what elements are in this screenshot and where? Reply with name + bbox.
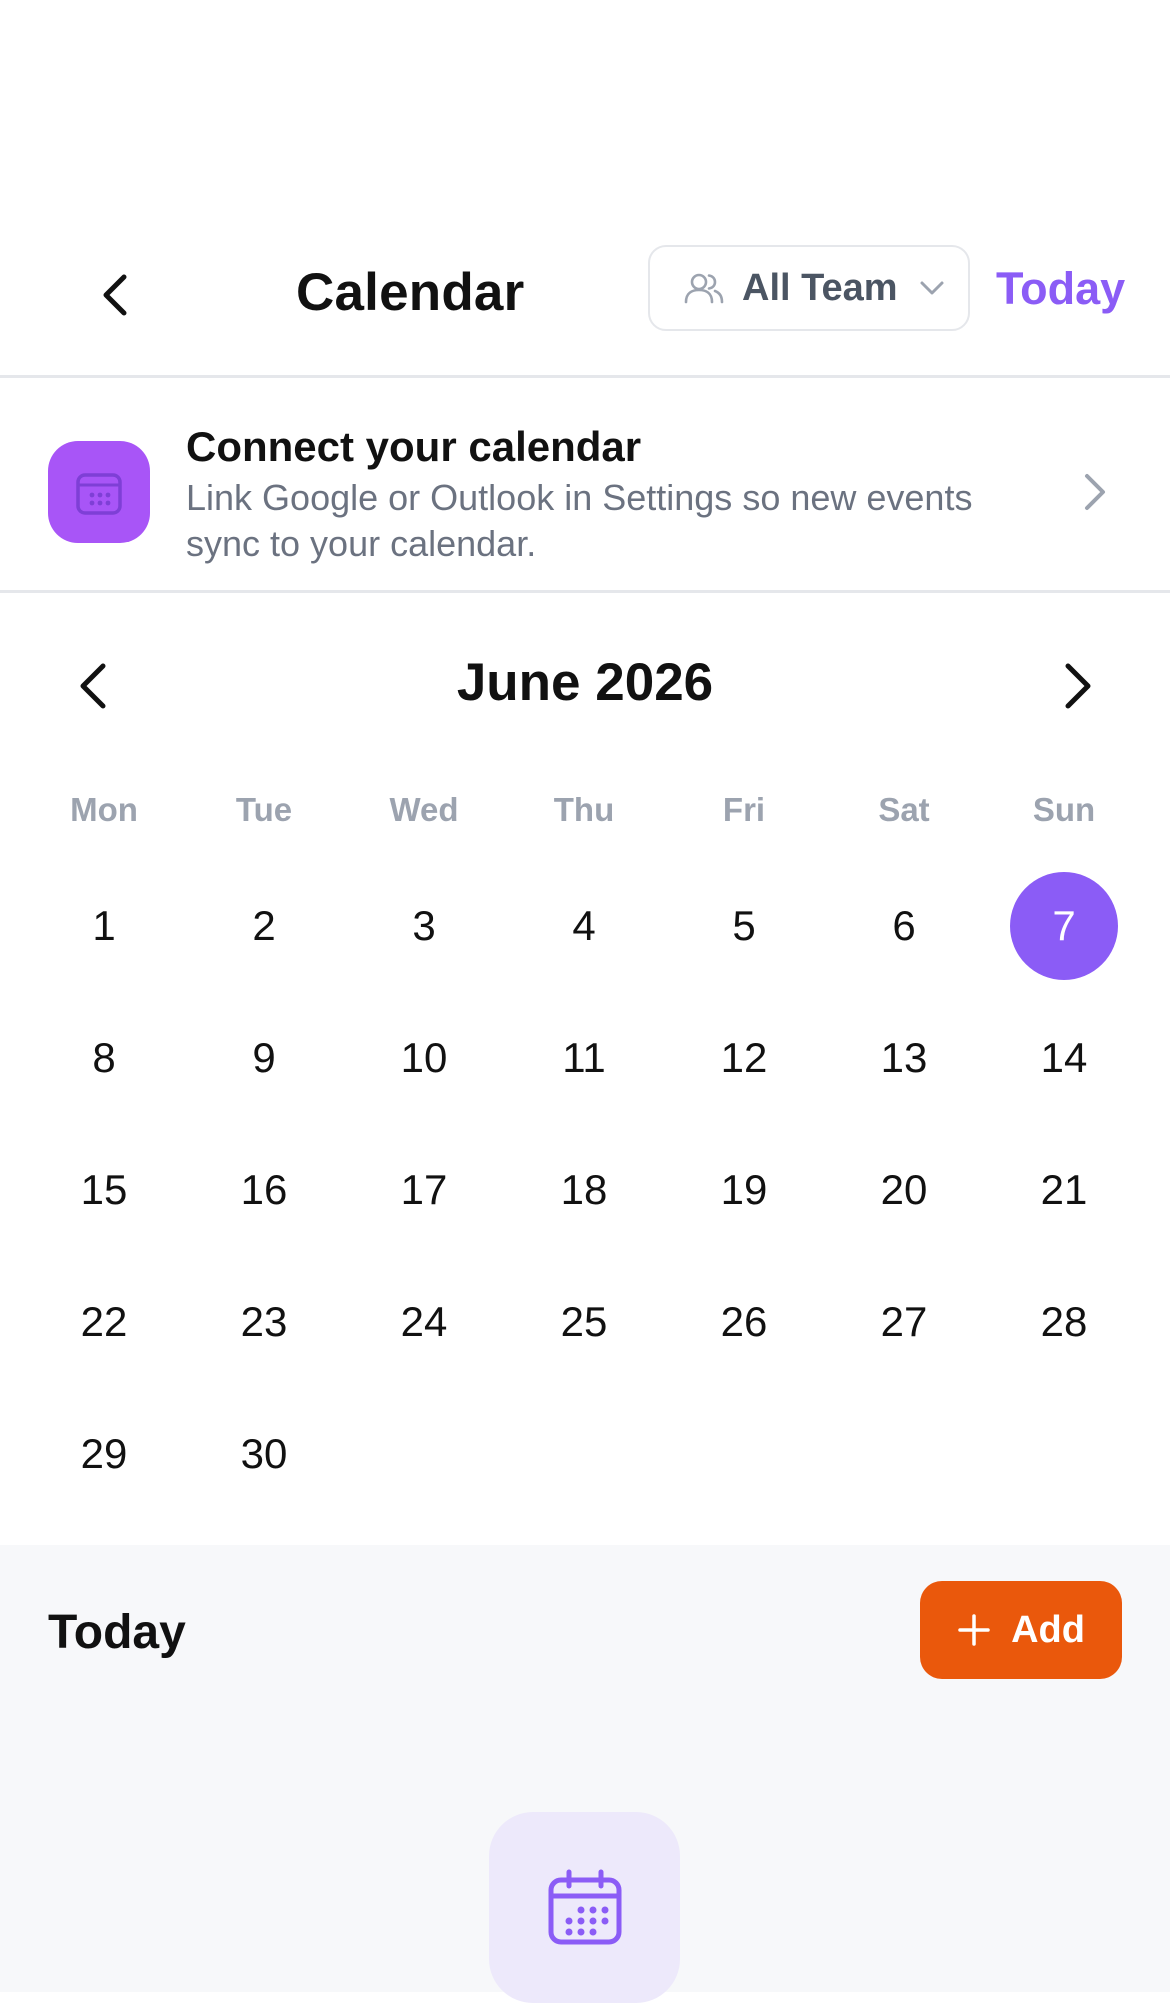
day-number: 15 [80,1166,128,1213]
calendar-day[interactable]: 22 [24,1256,184,1388]
day-number: 1 [92,902,116,949]
calendar-day[interactable]: 27 [824,1256,984,1388]
day-number: 11 [562,1034,606,1081]
empty-state-icon-tile [489,1812,680,2003]
calendar-day[interactable]: 10 [344,992,504,1124]
calendar-day[interactable]: 25 [504,1256,664,1388]
calendar-day[interactable]: 1 [24,860,184,992]
chevron-right-icon [1085,474,1105,510]
calendar-day[interactable]: 4 [504,860,664,992]
add-event-button[interactable]: Add [920,1581,1122,1679]
calendar-day[interactable]: 11 [504,992,664,1124]
month-title: June 2026 [456,653,714,712]
page-title: Calendar [296,263,525,322]
calendar-day[interactable]: 8 [24,992,184,1124]
calendar-icon [548,1869,621,1944]
users-icon [684,273,724,304]
weekday-label: Wed [389,791,459,828]
day-number: 12 [720,1034,768,1081]
weekday-label: Sat [878,791,930,828]
today-heading: Today [48,1606,186,1659]
next-month-button[interactable] [1053,658,1103,714]
day-number: 8 [92,1034,116,1081]
day-number: 23 [240,1298,288,1345]
day-number: 28 [1040,1298,1088,1345]
day-number: 16 [240,1166,288,1213]
weekday-header: Mon Tue Wed Thu Fri Sat Sun [24,785,1144,835]
header-divider [0,375,1170,378]
team-filter-dropdown[interactable]: All Team [648,245,970,331]
calendar-day[interactable]: 29 [24,1388,184,1520]
calendar-day-selected[interactable]: 7 [984,860,1144,992]
calendar-day[interactable]: 26 [664,1256,824,1388]
calendar-day[interactable]: 6 [824,860,984,992]
day-number: 13 [880,1034,928,1081]
day-number: 6 [892,902,916,949]
day-number: 10 [400,1034,448,1081]
day-number: 3 [412,902,436,949]
day-number: 24 [400,1298,448,1345]
banner-calendar-icon-tile [48,441,150,543]
calendar-day[interactable]: 17 [344,1124,504,1256]
calendar-day[interactable]: 14 [984,992,1144,1124]
calendar-day[interactable]: 20 [824,1124,984,1256]
day-number: 25 [560,1298,608,1345]
calendar-day[interactable]: 18 [504,1124,664,1256]
month-navigation: June 2026 [0,640,1170,730]
day-number: 5 [732,902,756,949]
day-number: 9 [252,1034,276,1081]
chevron-left-icon [80,663,106,709]
day-number: 26 [720,1298,768,1345]
day-number: 7 [1010,872,1118,980]
calendar-day[interactable]: 16 [184,1124,344,1256]
weekday-label: Tue [235,791,293,828]
chevron-down-icon [920,281,944,295]
add-button-label: Add [1011,1608,1085,1651]
day-number: 20 [880,1166,928,1213]
calendar-day[interactable]: 3 [344,860,504,992]
day-number: 30 [240,1430,288,1477]
calendar-day[interactable]: 9 [184,992,344,1124]
calendar-day[interactable]: 30 [184,1388,344,1520]
banner-divider [0,590,1170,593]
calendar-icon [76,473,122,515]
day-number: 19 [720,1166,768,1213]
connect-calendar-banner[interactable]: Connect your calendar Link Google or Out… [0,385,1170,600]
calendar-day[interactable]: 23 [184,1256,344,1388]
day-number: 2 [252,902,276,949]
today-button[interactable]: Today [996,263,1125,315]
calendar-day[interactable]: 2 [184,860,344,992]
banner-description: Link Google or Outlook in Settings so ne… [186,477,973,564]
calendar-day[interactable]: 13 [824,992,984,1124]
chevron-left-icon [103,274,127,316]
banner-title: Connect your calendar [186,423,642,470]
day-number: 14 [1040,1034,1088,1081]
day-number: 22 [80,1298,128,1345]
weekday-label: Thu [553,791,615,828]
calendar-day[interactable]: 28 [984,1256,1144,1388]
weekday-label: Fri [722,791,766,828]
today-events-panel: Today Add [0,1545,1170,2003]
header: Calendar All Team Today [0,245,1170,385]
chevron-right-icon [1065,663,1091,709]
weekday-label: Sun [1032,791,1096,828]
calendar-day[interactable]: 5 [664,860,824,992]
plus-icon [958,1614,990,1646]
calendar-day[interactable]: 15 [24,1124,184,1256]
day-number: 27 [880,1298,928,1345]
calendar-day[interactable]: 24 [344,1256,504,1388]
calendar-day[interactable]: 19 [664,1124,824,1256]
calendar-day[interactable]: 21 [984,1124,1144,1256]
day-number: 17 [400,1166,448,1213]
back-button[interactable] [90,270,140,320]
team-filter-label: All Team [742,266,898,309]
calendar-days-grid: 1 2 3 4 5 6 7 8 9 10 11 12 13 14 15 16 1… [24,860,1144,1520]
day-number: 29 [80,1430,128,1477]
previous-month-button[interactable] [68,658,118,714]
day-number: 4 [572,902,596,949]
weekday-label: Mon [70,791,138,828]
day-number: 21 [1040,1166,1088,1213]
day-number: 18 [560,1166,608,1213]
calendar-day[interactable]: 12 [664,992,824,1124]
